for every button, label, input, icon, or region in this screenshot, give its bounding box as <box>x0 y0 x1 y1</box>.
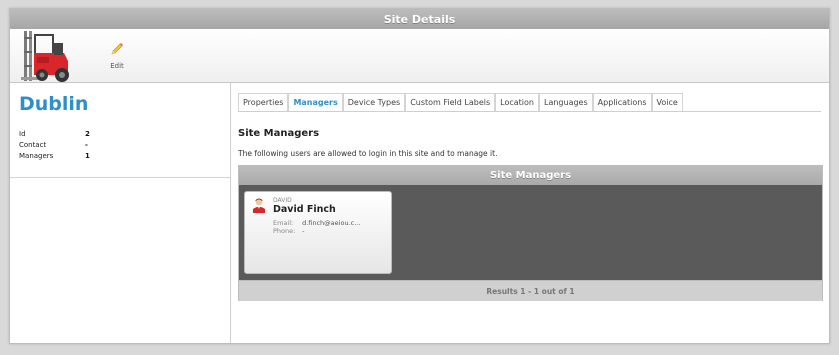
section-title: Site Managers <box>238 128 320 139</box>
edit-label: Edit <box>110 62 124 70</box>
property-value: 2 <box>85 130 90 138</box>
main-content: Properties Managers Device Types Custom … <box>238 83 823 343</box>
property-value: 1 <box>85 152 90 160</box>
toolbar: Edit <box>10 29 829 83</box>
phone-label: Phone: <box>273 227 296 235</box>
tab-applications[interactable]: Applications <box>592 93 652 111</box>
grid-pagination: Results 1 - 1 out of 1 <box>239 280 822 301</box>
tab-managers[interactable]: Managers <box>288 93 343 111</box>
site-name: Dublin <box>19 93 89 115</box>
user-name: David Finch <box>273 204 336 215</box>
tab-voice[interactable]: Voice <box>651 93 683 111</box>
property-value: - <box>85 141 88 149</box>
site-summary-panel: Dublin Id 2 Contact - Managers 1 <box>10 83 231 343</box>
tab-languages[interactable]: Languages <box>539 93 593 111</box>
grid-title: Site Managers <box>239 166 822 185</box>
property-key: Contact <box>19 141 47 149</box>
user-avatar-icon <box>253 198 265 213</box>
tab-bar: Properties Managers Device Types Custom … <box>238 93 821 112</box>
tab-location[interactable]: Location <box>495 93 539 111</box>
user-phone-row: Phone: - <box>273 227 304 235</box>
site-managers-grid: Site Managers DAVID David Finch Email: d… <box>238 165 823 301</box>
user-email-row: Email: d.finch@aeiou.c... <box>273 219 360 227</box>
property-row: Managers 1 <box>19 151 219 162</box>
email-label: Email: <box>273 219 294 227</box>
forklift-logo-icon <box>21 31 69 82</box>
property-row: Contact - <box>19 140 219 151</box>
user-caption: DAVID <box>273 197 292 204</box>
property-row: Id 2 <box>19 129 219 140</box>
grid-body: DAVID David Finch Email: d.finch@aeiou.c… <box>239 185 822 280</box>
tab-device-types[interactable]: Device Types <box>342 93 406 111</box>
site-properties: Id 2 Contact - Managers 1 <box>19 129 219 162</box>
user-card[interactable]: DAVID David Finch Email: d.finch@aeiou.c… <box>244 191 392 274</box>
site-details-window: Site Details Edit Dublin Id 2 Contact - … <box>9 8 830 344</box>
section-description: The following users are allowed to login… <box>238 149 498 158</box>
pencil-icon <box>111 43 123 55</box>
property-key: Managers <box>19 152 54 160</box>
user-phone: - <box>302 227 305 235</box>
tab-custom-field-labels[interactable]: Custom Field Labels <box>405 93 496 111</box>
property-key: Id <box>19 130 26 138</box>
window-title: Site Details <box>10 9 829 29</box>
divider <box>10 177 230 178</box>
edit-button[interactable]: Edit <box>102 41 132 75</box>
tab-properties[interactable]: Properties <box>238 93 289 111</box>
user-email: d.finch@aeiou.c... <box>302 219 361 227</box>
